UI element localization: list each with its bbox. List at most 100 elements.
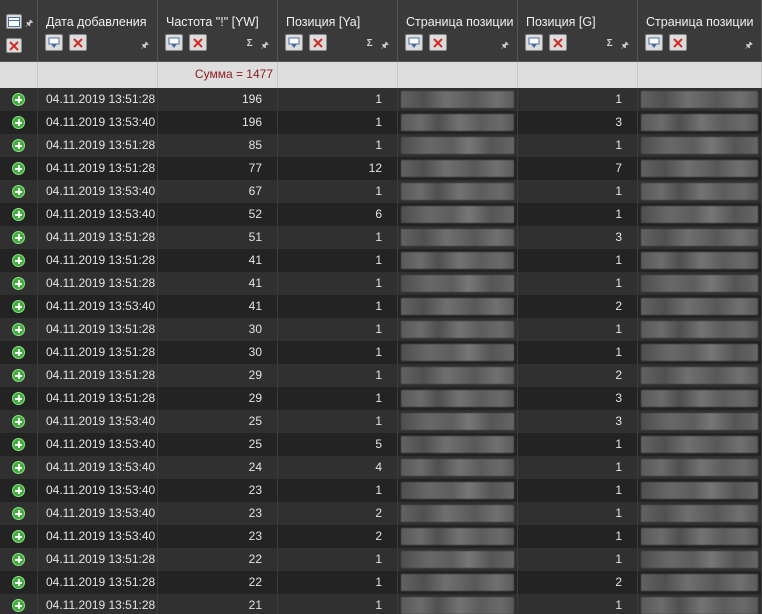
add-cell[interactable] [0,525,38,548]
table-row[interactable]: 04.11.2019 13:53:40 24 4 1 [0,456,762,479]
sigma-icon[interactable]: Σ [607,38,613,54]
add-circle-icon[interactable] [12,415,25,428]
table-row[interactable]: 04.11.2019 13:53:40 25 1 3 [0,410,762,433]
cell-page-g-redacted[interactable] [638,571,762,594]
table-row[interactable]: 04.11.2019 13:51:28 51 1 3 [0,226,762,249]
add-cell[interactable] [0,249,38,272]
column-header-position-g[interactable]: Позиция [G] Σ 🖈 [518,0,638,62]
add-cell[interactable] [0,88,38,111]
add-circle-icon[interactable] [12,553,25,566]
cell-page-g-redacted[interactable] [638,203,762,226]
cell-page-ya-redacted[interactable] [398,571,518,594]
add-cell[interactable] [0,548,38,571]
sigma-icon[interactable]: Σ [247,38,253,54]
cell-page-g-redacted[interactable] [638,410,762,433]
cell-page-g-redacted[interactable] [638,594,762,614]
cell-page-g-redacted[interactable] [638,249,762,272]
table-row[interactable]: 04.11.2019 13:51:28 196 1 1 [0,88,762,111]
cell-page-g-redacted[interactable] [638,548,762,571]
cell-page-g-redacted[interactable] [638,180,762,203]
column-header-page-g[interactable]: Страница позиции 🖈 [638,0,762,62]
cell-page-ya-redacted[interactable] [398,410,518,433]
cell-page-ya-redacted[interactable] [398,157,518,180]
cell-page-g-redacted[interactable] [638,525,762,548]
add-circle-icon[interactable] [12,254,25,267]
cell-page-ya-redacted[interactable] [398,111,518,134]
pin-icon[interactable]: 🖈 [25,16,33,32]
add-circle-icon[interactable] [12,438,25,451]
cell-page-ya-redacted[interactable] [398,387,518,410]
cell-page-g-redacted[interactable] [638,134,762,157]
filter-icon[interactable] [525,34,543,51]
clear-all-filters-icon[interactable] [6,38,22,53]
cell-page-ya-redacted[interactable] [398,134,518,157]
add-circle-icon[interactable] [12,93,25,106]
table-row[interactable]: 04.11.2019 13:53:40 67 1 1 [0,180,762,203]
add-circle-icon[interactable] [12,461,25,474]
add-circle-icon[interactable] [12,185,25,198]
clear-filter-icon[interactable] [549,34,567,51]
add-cell[interactable] [0,157,38,180]
clear-filter-icon[interactable] [309,34,327,51]
add-cell[interactable] [0,272,38,295]
table-row[interactable]: 04.11.2019 13:51:28 29 1 3 [0,387,762,410]
cell-page-ya-redacted[interactable] [398,249,518,272]
table-row[interactable]: 04.11.2019 13:51:28 21 1 1 [0,594,762,614]
cell-page-ya-redacted[interactable] [398,456,518,479]
cell-page-ya-redacted[interactable] [398,272,518,295]
table-row[interactable]: 04.11.2019 13:51:28 85 1 1 [0,134,762,157]
add-circle-icon[interactable] [12,323,25,336]
add-cell[interactable] [0,387,38,410]
filter-icon[interactable] [645,34,663,51]
cell-page-ya-redacted[interactable] [398,318,518,341]
column-header-frequency[interactable]: Частота "!" [YW] Σ 🖈 [158,0,278,62]
add-circle-icon[interactable] [12,139,25,152]
add-cell[interactable] [0,502,38,525]
add-circle-icon[interactable] [12,208,25,221]
cell-page-g-redacted[interactable] [638,111,762,134]
add-cell[interactable] [0,295,38,318]
table-row[interactable]: 04.11.2019 13:53:40 25 5 1 [0,433,762,456]
cell-page-g-redacted[interactable] [638,364,762,387]
add-cell[interactable] [0,203,38,226]
table-row[interactable]: 04.11.2019 13:51:28 22 1 1 [0,548,762,571]
filter-icon[interactable] [165,34,183,51]
add-circle-icon[interactable] [12,599,25,612]
add-cell[interactable] [0,571,38,594]
table-row[interactable]: 04.11.2019 13:53:40 196 1 3 [0,111,762,134]
cell-page-ya-redacted[interactable] [398,295,518,318]
add-cell[interactable] [0,410,38,433]
clear-filter-icon[interactable] [429,34,447,51]
add-circle-icon[interactable] [12,530,25,543]
add-cell[interactable] [0,180,38,203]
filter-icon[interactable] [285,34,303,51]
cell-page-g-redacted[interactable] [638,318,762,341]
add-cell[interactable] [0,479,38,502]
filter-icon[interactable] [405,34,423,51]
cell-page-g-redacted[interactable] [638,456,762,479]
cell-page-g-redacted[interactable] [638,295,762,318]
cell-page-g-redacted[interactable] [638,88,762,111]
add-circle-icon[interactable] [12,300,25,313]
clear-filter-icon[interactable] [69,34,87,51]
add-cell[interactable] [0,134,38,157]
cell-page-ya-redacted[interactable] [398,226,518,249]
column-header-page-ya[interactable]: Страница позиции 🖈 [398,0,518,62]
table-row[interactable]: 04.11.2019 13:53:40 23 2 1 [0,525,762,548]
cell-page-g-redacted[interactable] [638,502,762,525]
cell-page-g-redacted[interactable] [638,341,762,364]
cell-page-g-redacted[interactable] [638,272,762,295]
add-cell[interactable] [0,456,38,479]
cell-page-g-redacted[interactable] [638,226,762,249]
add-circle-icon[interactable] [12,576,25,589]
cell-page-g-redacted[interactable] [638,479,762,502]
clear-filter-icon[interactable] [669,34,687,51]
clear-filter-icon[interactable] [189,34,207,51]
column-header-position-ya[interactable]: Позиция [Ya] Σ 🖈 [278,0,398,62]
add-circle-icon[interactable] [12,277,25,290]
cell-page-ya-redacted[interactable] [398,548,518,571]
sigma-icon[interactable]: Σ [367,38,373,54]
pin-icon[interactable]: 🖈 [261,38,269,54]
table-row[interactable]: 04.11.2019 13:51:28 41 1 1 [0,272,762,295]
add-cell[interactable] [0,433,38,456]
